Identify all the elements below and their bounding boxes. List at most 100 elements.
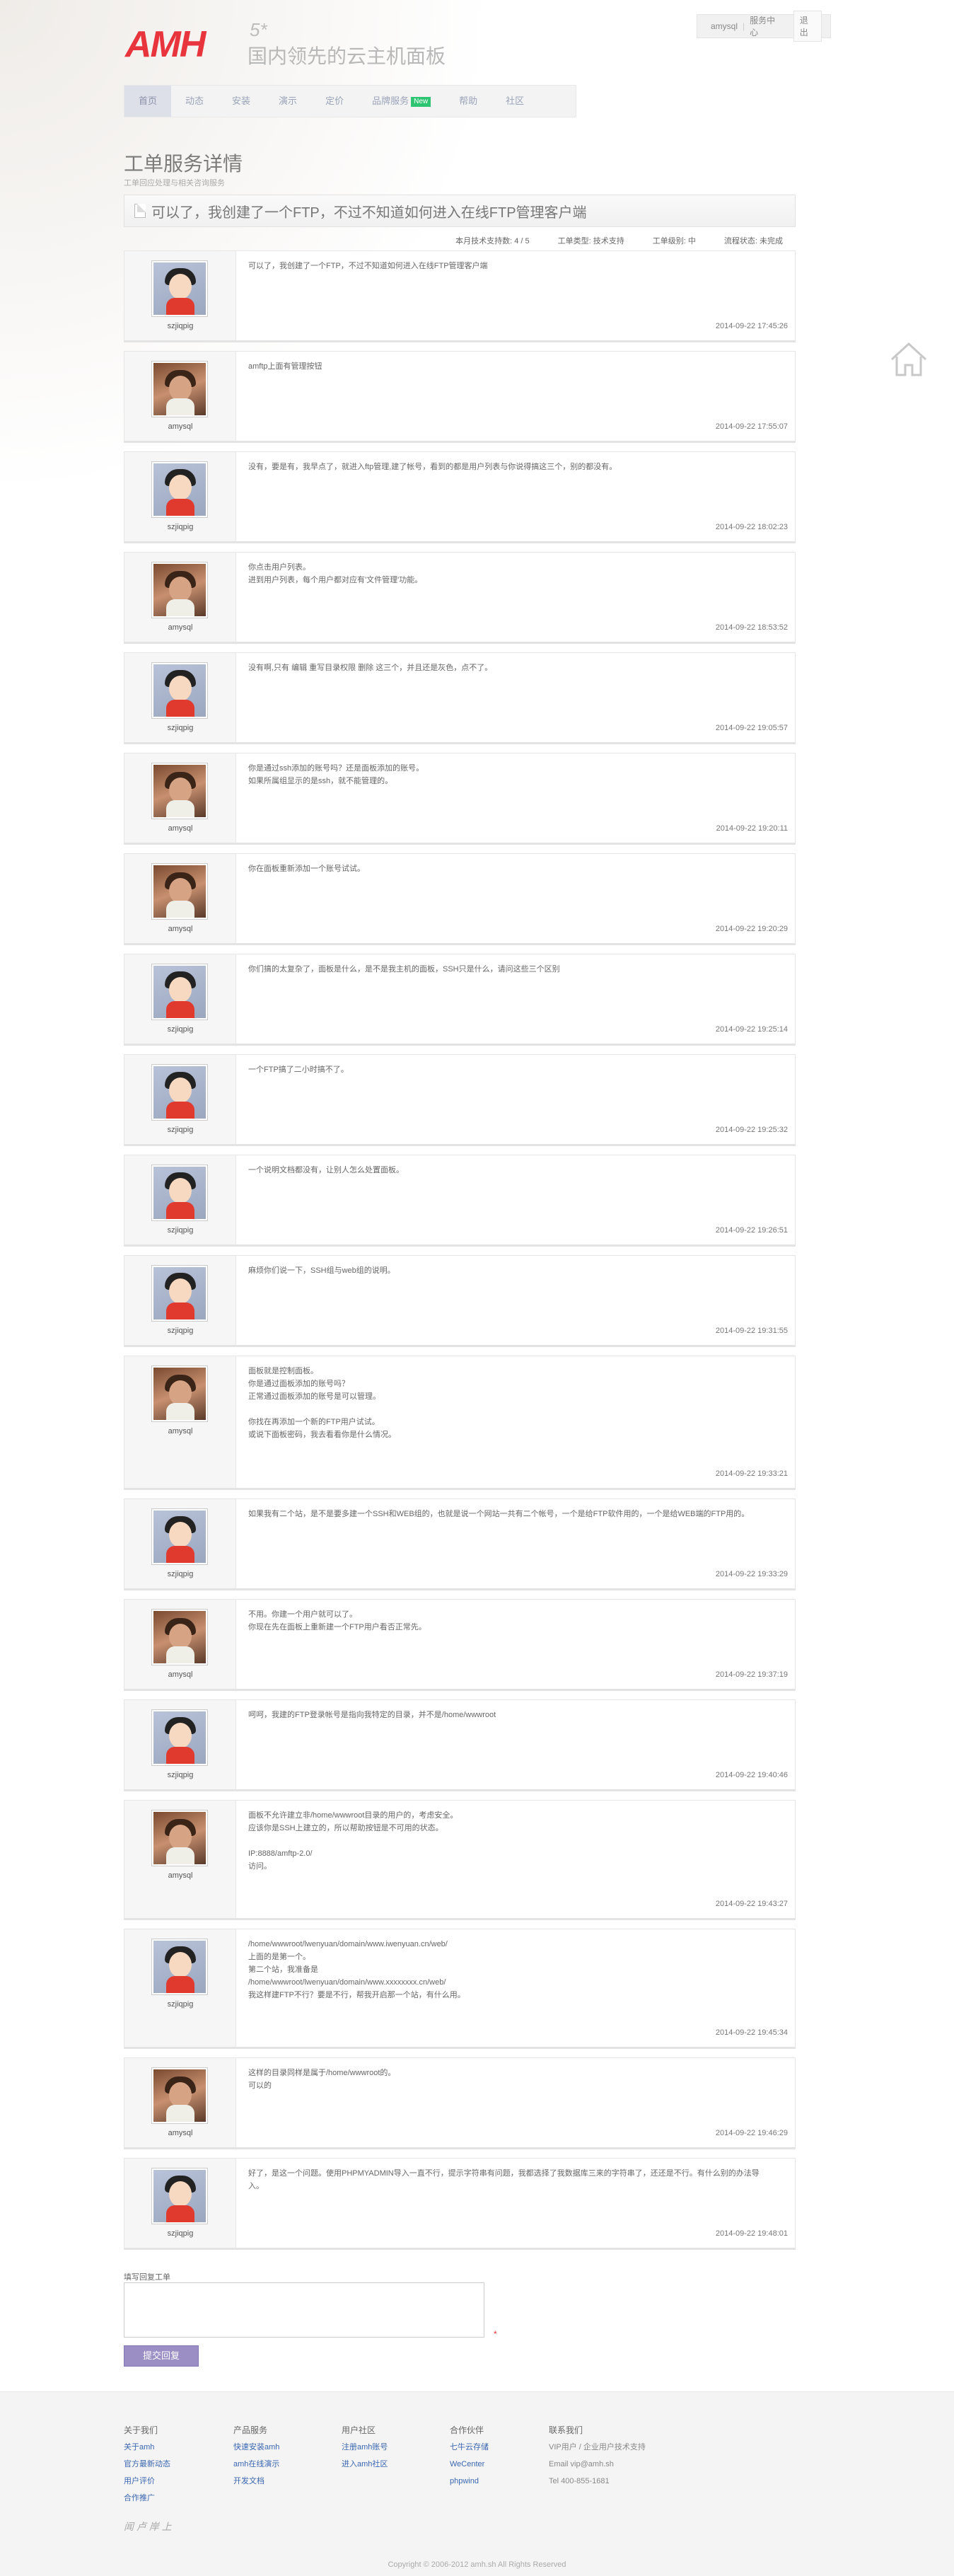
ticket-title: 可以了，我创建了一个FTP，不过不知道如何进入在线FTP管理客户端: [151, 204, 587, 221]
avatar-image: [153, 2069, 206, 2122]
nav-item-community[interactable]: 社区: [491, 86, 538, 117]
message-card: szjiqpig 可以了，我创建了一个FTP，不过不知道如何进入在线FTP管理客户…: [124, 250, 796, 342]
avatar: [151, 1709, 208, 1766]
message-sidebar: szjiqpig: [124, 1929, 236, 2047]
message-card: szjiqpig 你们搞的太复杂了，面板是什么，是不是我主机的面板，SSH只是什么…: [124, 954, 796, 1046]
footer-col-products: 产品服务 快速安装amh amh在线演示 开发文档: [233, 2422, 279, 2490]
message-username: amysql: [168, 925, 193, 933]
avatar: [151, 863, 208, 920]
footer-phone: Tel 400-855-1681: [549, 2477, 610, 2485]
nav-item-install[interactable]: 安装: [218, 86, 264, 117]
avatar-image: [153, 262, 206, 315]
footer-col-about: 关于我们 关于amh 官方最新动态 用户评价 合作推广: [124, 2422, 170, 2507]
message-username: szjiqpig: [167, 1570, 194, 1578]
amh-logo[interactable]: AMH: [124, 21, 240, 65]
footer-link[interactable]: 合作推广: [124, 2490, 170, 2507]
avatar: [151, 260, 208, 317]
message-sidebar: szjiqpig: [124, 251, 236, 340]
footer-link[interactable]: 注册amh账号: [342, 2439, 388, 2456]
message-sidebar: szjiqpig: [124, 1499, 236, 1588]
message-username: szjiqpig: [167, 1327, 194, 1335]
message-text: /home/wwwroot/lwenyuan/domain/www.iwenyu…: [248, 1940, 465, 1999]
service-center-link[interactable]: 服务中心: [745, 14, 786, 38]
avatar: [151, 1064, 208, 1121]
nav-item-home[interactable]: 首页: [124, 86, 172, 117]
message-card: szjiqpig 呵呵，我建的FTP登录帐号是指向我特定的目录，并不是/home/…: [124, 1699, 796, 1791]
message-time: 2014-09-22 19:46:29: [715, 2129, 788, 2137]
footer-link[interactable]: 进入amh社区: [342, 2456, 388, 2473]
message-text: amftp上面有管理按钮: [248, 362, 322, 371]
message-card: amysql 不用。你建一个用户就可以了。 你现在先在面板上重新建一个FTP用户看…: [124, 1599, 796, 1691]
nav-label: 定价: [325, 96, 344, 106]
message-card: szjiqpig 一个FTP搞了二小时搞不了。 2014-09-22 19:25:3…: [124, 1054, 796, 1146]
logout-button[interactable]: 退出: [793, 11, 822, 42]
message-sidebar: szjiqpig: [124, 954, 236, 1044]
nav-item-pricing[interactable]: 定价: [311, 86, 358, 117]
nav-item-brand[interactable]: 品牌服务 New: [358, 86, 445, 117]
message-card: szjiqpig 一个说明文档都没有，让别人怎么处置面板。 2014-09-22 1…: [124, 1155, 796, 1247]
nav-item-demo[interactable]: 演示: [264, 86, 311, 117]
message-text: 麻烦你们说一下，SSH组与web组的说明。: [248, 1266, 395, 1275]
footer-link[interactable]: 开发文档: [233, 2473, 279, 2490]
message-sidebar: szjiqpig: [124, 2159, 236, 2248]
avatar: [151, 461, 208, 518]
footer-text: VIP用户 / 企业用户技术支持: [549, 2443, 646, 2451]
message-card: amysql 这样的目录同样是属于/home/wwwroot的。 可以的 2014-…: [124, 2057, 796, 2149]
footer-link[interactable]: amh在线演示: [233, 2456, 279, 2473]
nav-label: 首页: [139, 96, 158, 106]
message-card: szjiqpig/home/wwwroot/lwenyuan/domain/ww…: [124, 1929, 796, 2049]
nav-item-news[interactable]: 动态: [171, 86, 218, 117]
message-card: szjiqpig 好了，是这一个问题。使用PHPMYADMIN导入一直不行，提示字…: [124, 2158, 796, 2250]
message-card: amysql 你点击用户列表。 进到用户列表，每个用户都对应有'文件管理'功能。 2…: [124, 552, 796, 644]
footer-link[interactable]: phpwind: [450, 2473, 489, 2490]
home-icon[interactable]: [888, 338, 930, 381]
footer-link[interactable]: 七牛云存储: [450, 2439, 489, 2456]
avatar-image: [153, 463, 206, 516]
message-sidebar: szjiqpig: [124, 1155, 236, 1244]
footer-link[interactable]: 官方最新动态: [124, 2456, 170, 2473]
avatar: [151, 763, 208, 819]
message-text: 呵呵，我建的FTP登录帐号是指向我特定的目录，并不是/home/wwwroot: [248, 1711, 496, 1719]
message-time: 2014-09-22 18:53:52: [715, 623, 788, 632]
footer-col-community: 用户社区 注册amh账号 进入amh社区: [342, 2422, 388, 2473]
avatar: [151, 1165, 208, 1221]
message-time: 2014-09-22 19:26:51: [715, 1226, 788, 1235]
avatar-image: [153, 1611, 206, 1663]
message-text: 好了，是这一个问题。使用PHPMYADMIN导入一直不行，提示字符串有问题，我都…: [248, 2169, 760, 2190]
avatar-image: [153, 1066, 206, 1119]
message-card: szjiqpig 麻烦你们说一下，SSH组与web组的说明。 2014-09-22 …: [124, 1255, 796, 1347]
message-time: 2014-09-22 17:55:07: [715, 422, 788, 431]
message-username: szjiqpig: [167, 724, 194, 732]
message-card: amysql 面板就是控制面板。 你是通过面板添加的账号吗？ 正常通过面板添加的账…: [124, 1356, 796, 1490]
message-username: amysql: [168, 2129, 193, 2137]
message-time: 2014-09-22 19:31:55: [715, 1327, 788, 1335]
avatar: [151, 2067, 208, 2124]
nav-item-help[interactable]: 帮助: [445, 86, 491, 117]
footer-col-heading: 联系我们: [549, 2425, 583, 2435]
ticket-info: 本月技术支持数: 4 / 5 工单类型: 技术支持 工单级别: 中 流程状态: …: [237, 231, 796, 250]
footer-link[interactable]: 关于amh: [124, 2439, 170, 2456]
message-time: 2014-09-22 19:37:19: [715, 1670, 788, 1679]
message-text: 你在面板重新添加一个账号试试。: [248, 865, 365, 873]
message-sidebar: amysql: [124, 1356, 236, 1488]
footer-link[interactable]: WeCenter: [450, 2456, 489, 2473]
message-sidebar: szjiqpig: [124, 1700, 236, 1789]
message-time: 2014-09-22 19:05:57: [715, 724, 788, 732]
footer-link[interactable]: 用户评价: [124, 2473, 170, 2490]
message-text: 没有，要是有，我早点了，就进入ftp管理,建了帐号，看到的都是用户列表与你说得搞…: [248, 463, 617, 471]
required-mark: *: [494, 2329, 497, 2339]
username-link[interactable]: amysql: [706, 21, 743, 31]
submit-reply-button[interactable]: 提交回复: [124, 2345, 199, 2367]
message-text: 面板不允许建立非/home/wwwroot目录的用户的，考虑安全。 应该你是SS…: [248, 1811, 458, 1871]
reply-textarea[interactable]: [124, 2282, 484, 2338]
avatar-image: [153, 363, 206, 415]
avatar: [151, 662, 208, 719]
avatar-image: [153, 765, 206, 817]
footer-col-heading: 合作伙伴: [450, 2425, 484, 2435]
message-text: 这样的目录同样是属于/home/wwwroot的。 可以的: [248, 2069, 396, 2090]
footer-link[interactable]: 快速安装amh: [233, 2439, 279, 2456]
message-time: 2014-09-22 19:43:27: [715, 1900, 788, 1908]
main-nav: 首页 动态 安装 演示 定价 品牌服务 New 帮助 社区: [124, 85, 576, 117]
ticket-title-bar: 可以了，我创建了一个FTP，不过不知道如何进入在线FTP管理客户端: [124, 195, 796, 227]
avatar-image: [153, 564, 206, 616]
